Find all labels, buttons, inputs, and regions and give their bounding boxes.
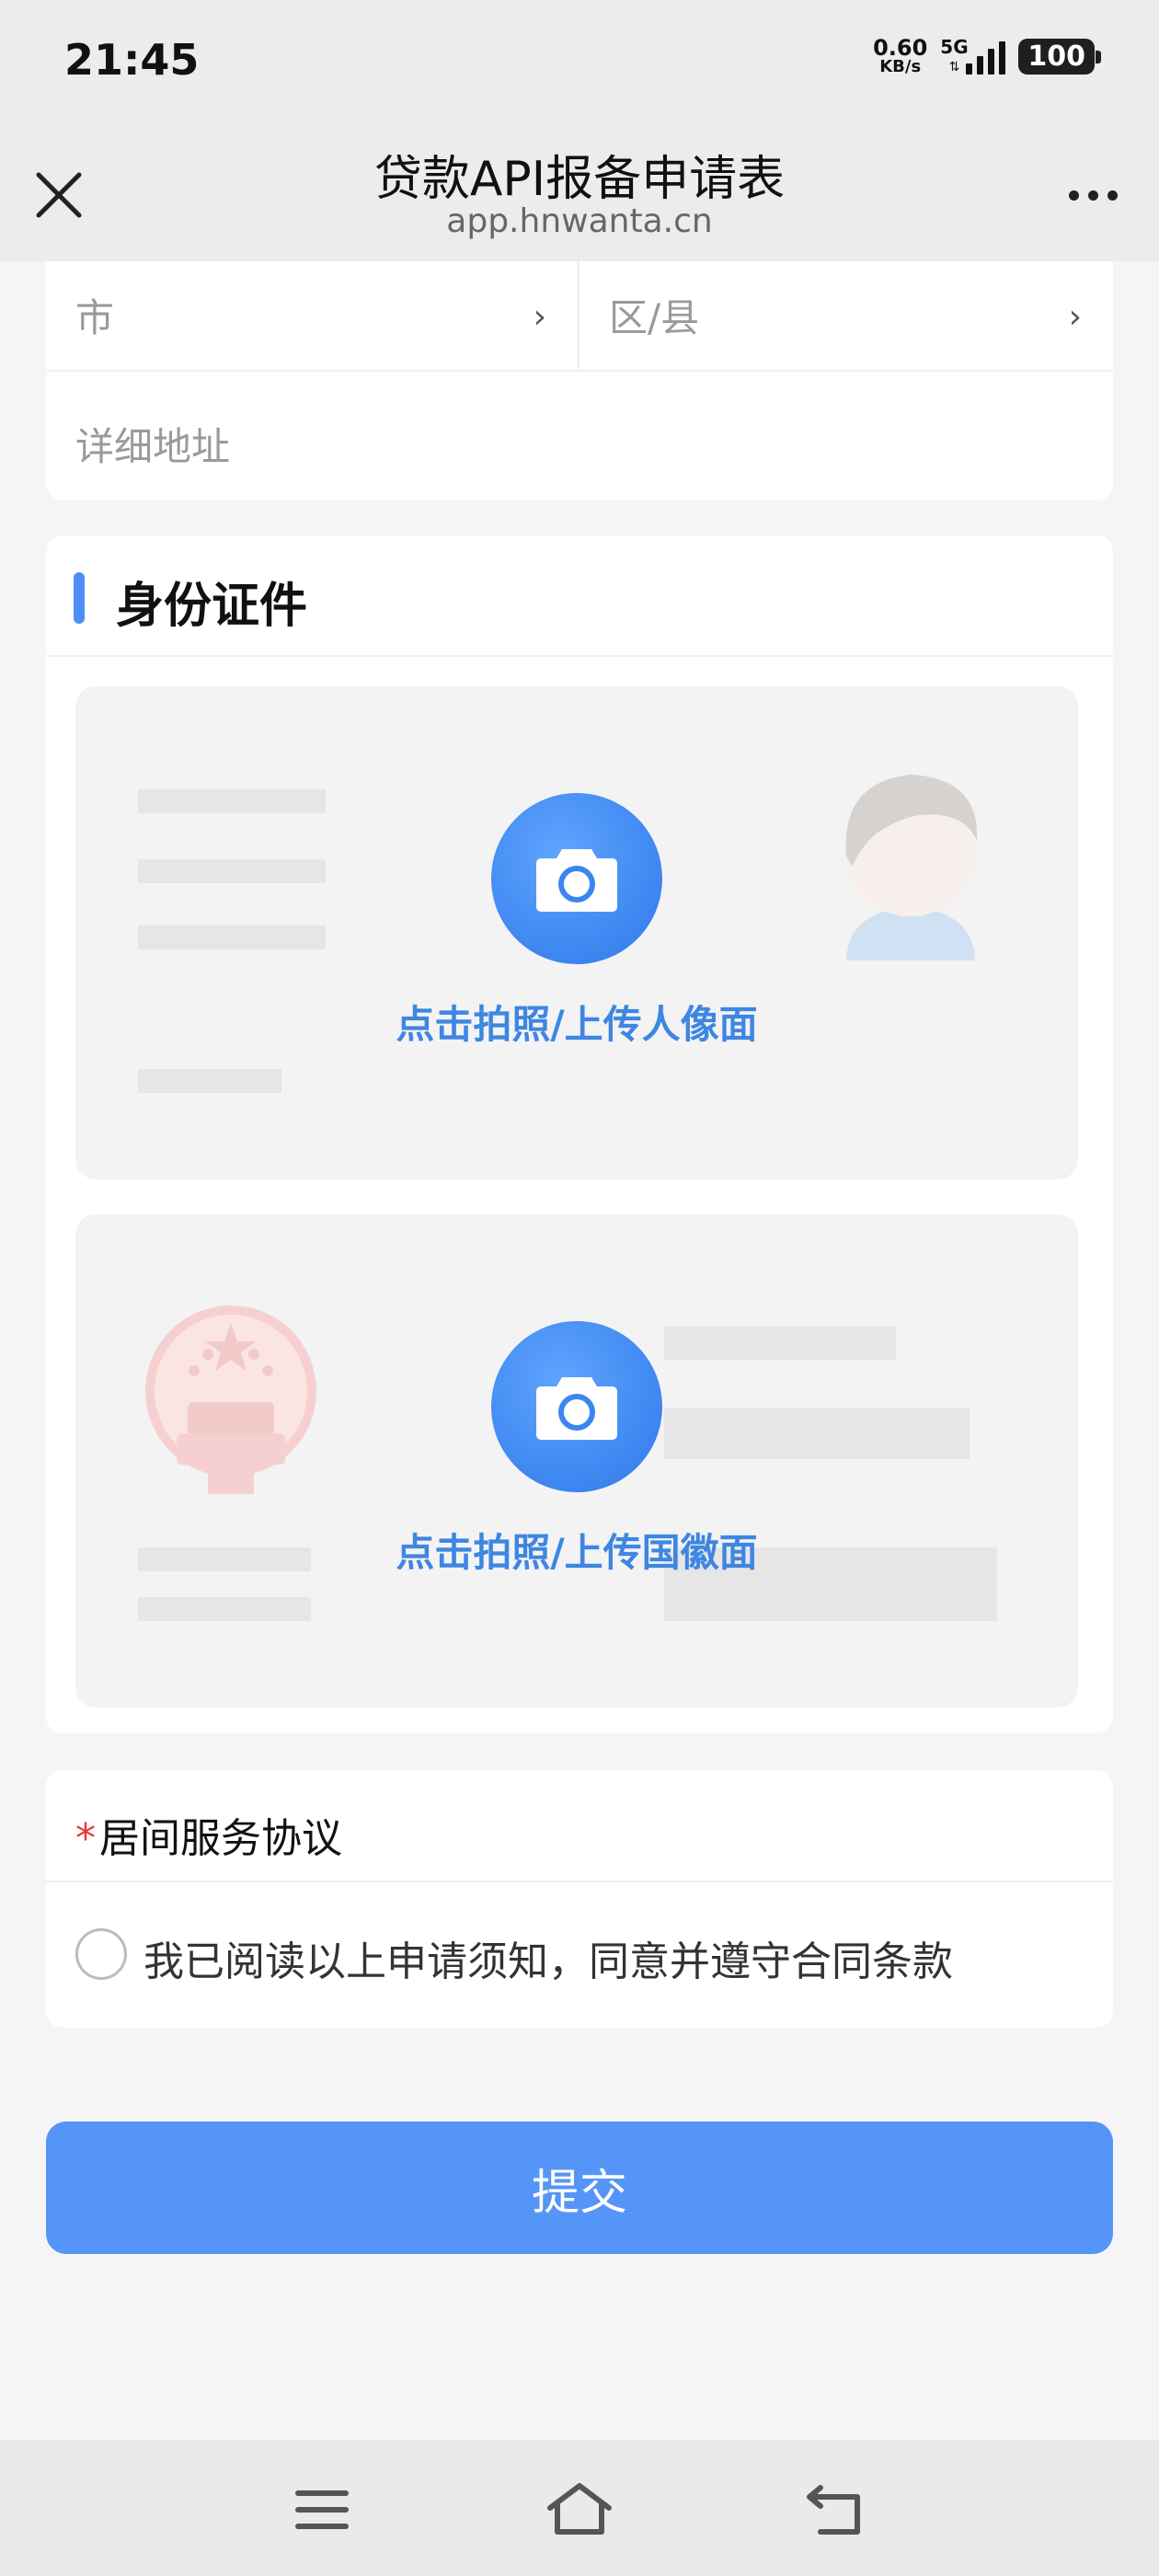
agreement-card: *居间服务协议 我已阅读以上申请须知，同意并遵守合同条款: [46, 1770, 1113, 2028]
net-speed-unit: KB/s: [879, 57, 922, 76]
home-button[interactable]: [543, 2480, 616, 2539]
city-select[interactable]: 市 ›: [46, 261, 580, 372]
city-placeholder: 市: [75, 295, 115, 340]
battery-icon: 100: [1018, 38, 1101, 75]
detail-address-input[interactable]: 详细地址: [75, 416, 230, 472]
net-speed-value: 0.60: [873, 35, 928, 61]
agreement-heading: *居间服务协议: [75, 1805, 342, 1864]
signal-icon: 5G ⇅: [940, 36, 1006, 75]
data-arrows-icon: ⇅: [948, 60, 960, 75]
placeholder-line: [664, 1327, 896, 1360]
title-bar: 贷款API报备申请表 app.hnwanta.cn: [0, 129, 1159, 261]
agreement-title: 居间服务协议: [99, 1815, 342, 1862]
back-button[interactable]: [800, 2480, 874, 2539]
upload-portrait-label: 点击拍照/上传人像面: [396, 1002, 758, 1047]
agree-checkbox[interactable]: [75, 1928, 127, 1980]
camera-icon: [536, 849, 617, 912]
net-speed: 0.60 KB/s: [873, 37, 927, 75]
page-url: app.hnwanta.cn: [446, 202, 713, 240]
person-avatar-icon: [845, 775, 978, 960]
status-indicators: 0.60 KB/s 5G ⇅ 100: [873, 36, 1101, 75]
system-nav-bar: [0, 2440, 1159, 2576]
region-row: 市 › 区/县 ›: [46, 261, 1113, 372]
placeholder-line: [138, 1069, 281, 1093]
network-type: 5G: [940, 36, 969, 58]
camera-button[interactable]: [491, 793, 662, 964]
upload-emblem-label: 点击拍照/上传国徽面: [396, 1530, 758, 1575]
camera-button[interactable]: [491, 1321, 662, 1492]
menu-icon: [295, 2490, 349, 2529]
district-placeholder: 区/县: [609, 295, 700, 340]
address-card: 市 › 区/县 › 详细地址: [46, 261, 1113, 500]
placeholder-line: [138, 1597, 311, 1621]
upload-emblem-side[interactable]: 点击拍照/上传国徽面: [75, 1214, 1078, 1708]
placeholder-line: [138, 926, 326, 949]
more-icon: [1068, 190, 1079, 201]
camera-icon: [536, 1377, 617, 1440]
menu-button[interactable]: [285, 2480, 359, 2539]
id-document-card: 身份证件 点击拍照/上传人像面 点击拍照/上传国徽面: [46, 535, 1113, 1733]
chevron-right-icon: ›: [533, 298, 546, 336]
section-title: 身份证件: [116, 579, 308, 634]
section-accent-bar: [74, 572, 85, 624]
placeholder-line: [664, 1408, 970, 1459]
chevron-right-icon: ›: [1068, 298, 1082, 336]
divider: [46, 1880, 1113, 1882]
upload-portrait-side[interactable]: 点击拍照/上传人像面: [75, 686, 1078, 1179]
placeholder-line: [138, 789, 326, 813]
home-icon: [547, 2483, 612, 2535]
status-bar: 21:45 0.60 KB/s 5G ⇅ 100: [0, 0, 1159, 129]
back-icon: [807, 2485, 860, 2535]
district-select[interactable]: 区/县 ›: [580, 261, 1113, 372]
page-title: 贷款API报备申请表: [373, 152, 786, 207]
divider: [46, 655, 1113, 657]
required-mark: *: [75, 1815, 96, 1862]
agree-checkbox-label[interactable]: 我已阅读以上申请须知，同意并遵守合同条款: [143, 1928, 953, 1987]
national-emblem-icon: [145, 1305, 316, 1494]
more-button[interactable]: [1056, 169, 1130, 221]
submit-button[interactable]: 提交: [46, 2122, 1113, 2254]
status-time: 21:45: [64, 35, 200, 85]
placeholder-line: [138, 859, 326, 883]
